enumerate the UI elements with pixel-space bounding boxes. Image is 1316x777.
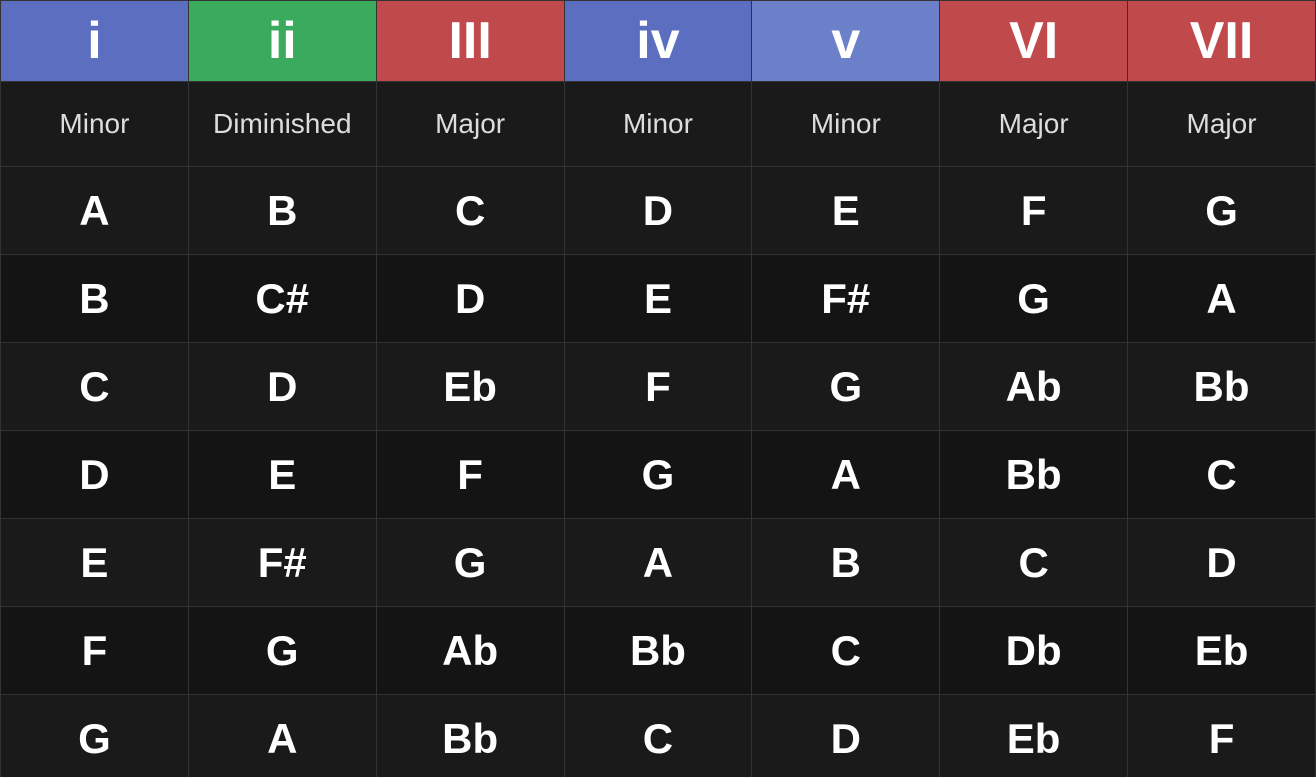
- header-vi: VI: [940, 1, 1128, 82]
- table-cell: D: [1, 431, 189, 519]
- table-row: CDEbFGAbBb: [1, 343, 1316, 431]
- table-cell: Eb: [1128, 607, 1316, 695]
- table-cell: G: [564, 431, 752, 519]
- quality-iii: Major: [376, 82, 564, 167]
- table-cell: Db: [940, 607, 1128, 695]
- table-cell: A: [564, 519, 752, 607]
- quality-i: Minor: [1, 82, 189, 167]
- table-cell: F: [376, 431, 564, 519]
- table-cell: A: [188, 695, 376, 777]
- table-cell: B: [188, 167, 376, 255]
- header-vii: VII: [1128, 1, 1316, 82]
- table-cell: A: [1, 167, 189, 255]
- table-cell: C: [564, 695, 752, 777]
- table-cell: C: [752, 607, 940, 695]
- table-cell: Eb: [376, 343, 564, 431]
- table-cell: C: [1128, 431, 1316, 519]
- table-cell: A: [1128, 255, 1316, 343]
- chord-table: iiiIIIivvVIVII MinorDiminishedMajorMinor…: [0, 0, 1316, 777]
- header-iii: III: [376, 1, 564, 82]
- table-cell: D: [1128, 519, 1316, 607]
- header-v: v: [752, 1, 940, 82]
- header-iv: iv: [564, 1, 752, 82]
- table-cell: D: [188, 343, 376, 431]
- table-cell: Bb: [564, 607, 752, 695]
- header-ii: ii: [188, 1, 376, 82]
- table-row: EF#GABCD: [1, 519, 1316, 607]
- table-cell: E: [752, 167, 940, 255]
- table-cell: D: [376, 255, 564, 343]
- table-cell: F#: [752, 255, 940, 343]
- table-cell: C: [940, 519, 1128, 607]
- table-cell: G: [1, 695, 189, 777]
- table-cell: G: [188, 607, 376, 695]
- table-cell: Bb: [376, 695, 564, 777]
- quality-v: Minor: [752, 82, 940, 167]
- table-cell: G: [376, 519, 564, 607]
- table-row: BC#DEF#GA: [1, 255, 1316, 343]
- table-cell: B: [752, 519, 940, 607]
- quality-ii: Diminished: [188, 82, 376, 167]
- table-cell: E: [188, 431, 376, 519]
- table-cell: B: [1, 255, 189, 343]
- table-cell: A: [752, 431, 940, 519]
- table-cell: D: [564, 167, 752, 255]
- quality-vi: Major: [940, 82, 1128, 167]
- table-cell: F: [564, 343, 752, 431]
- table-cell: C: [1, 343, 189, 431]
- table-cell: Bb: [940, 431, 1128, 519]
- table-cell: G: [940, 255, 1128, 343]
- quality-iv: Minor: [564, 82, 752, 167]
- table-cell: E: [1, 519, 189, 607]
- table-row: ABCDEFG: [1, 167, 1316, 255]
- table-cell: Eb: [940, 695, 1128, 777]
- header-i: i: [1, 1, 189, 82]
- table-cell: F: [1, 607, 189, 695]
- table-cell: Ab: [940, 343, 1128, 431]
- table-cell: Ab: [376, 607, 564, 695]
- quality-row: MinorDiminishedMajorMinorMinorMajorMajor: [1, 82, 1316, 167]
- table-cell: D: [752, 695, 940, 777]
- table-cell: Bb: [1128, 343, 1316, 431]
- header-row: iiiIIIivvVIVII: [1, 1, 1316, 82]
- table-cell: F: [940, 167, 1128, 255]
- table-cell: G: [752, 343, 940, 431]
- table-row: DEFGABbC: [1, 431, 1316, 519]
- table-cell: E: [564, 255, 752, 343]
- quality-vii: Major: [1128, 82, 1316, 167]
- table-row: GABbCDEbF: [1, 695, 1316, 777]
- table-cell: C: [376, 167, 564, 255]
- table-cell: C#: [188, 255, 376, 343]
- table-cell: G: [1128, 167, 1316, 255]
- table-row: FGAbBbCDbEb: [1, 607, 1316, 695]
- table-cell: F#: [188, 519, 376, 607]
- table-cell: F: [1128, 695, 1316, 777]
